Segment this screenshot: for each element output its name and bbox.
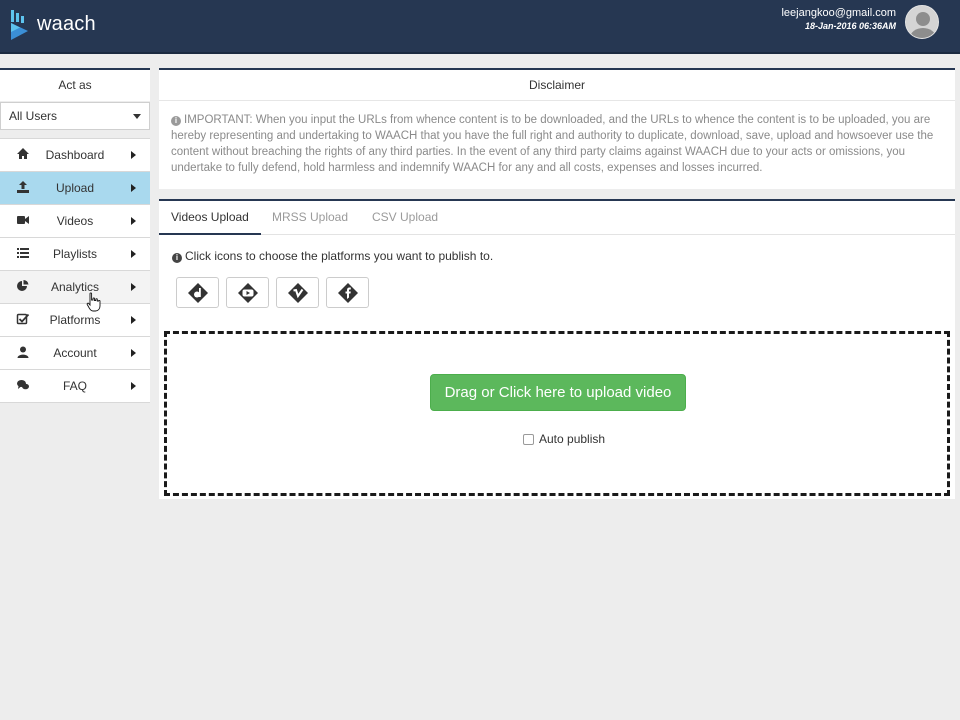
disclaimer-text: IMPORTANT: When you input the URLs from …: [171, 114, 934, 174]
upload-video-button[interactable]: Drag or Click here to upload video: [430, 374, 686, 411]
home-icon: [17, 148, 29, 159]
upload-panel: Videos Upload MRSS Upload CSV Upload i Cl…: [159, 199, 955, 499]
act-as-select-value: All Users: [9, 109, 58, 123]
logo-text: waach: [37, 12, 96, 35]
sidebar-item-label: Platforms: [49, 313, 101, 327]
sidebar-item-platforms[interactable]: Platforms: [0, 304, 150, 337]
sidebar-item-upload[interactable]: Upload: [0, 172, 150, 205]
tab-videos-upload[interactable]: Videos Upload: [159, 201, 261, 235]
video-camera-icon: [17, 216, 29, 224]
sidebar-item-label: Dashboard: [45, 148, 105, 162]
platform-facebook-button[interactable]: [326, 277, 369, 308]
checkbox-icon: [16, 313, 30, 325]
disclaimer-body: i IMPORTANT: When you input the URLs from…: [159, 101, 955, 176]
vimeo-icon: [288, 283, 308, 303]
sidebar-item-videos[interactable]: Videos: [0, 205, 150, 238]
sidebar-item-label: Playlists: [52, 247, 97, 261]
sidebar-item-faq[interactable]: FAQ: [0, 370, 150, 403]
chevron-right-icon: [131, 217, 136, 225]
act-as-label: Act as: [0, 68, 150, 101]
list-icon: [17, 248, 29, 258]
sidebar-item-label: FAQ: [62, 379, 87, 393]
chevron-right-icon: [131, 151, 136, 159]
upload-icon: [17, 181, 29, 193]
sidebar-item-analytics[interactable]: Analytics: [0, 271, 150, 304]
waach-logo-mark-icon: [11, 10, 28, 40]
chevron-right-icon: [131, 283, 136, 291]
chevron-right-icon: [131, 250, 136, 258]
facebook-icon: [338, 283, 358, 303]
user-avatar-icon: [906, 6, 938, 38]
sidebar-item-label: Videos: [56, 214, 94, 228]
pie-chart-icon: [17, 279, 29, 291]
disclaimer-title: Disclaimer: [159, 70, 955, 101]
youtube-icon: [238, 283, 258, 303]
user-info: leejangkoo@gmail.com 18-Jan-2016 06:36AM: [781, 7, 896, 33]
info-icon: i: [171, 116, 181, 126]
act-as-select[interactable]: All Users: [0, 102, 150, 130]
auto-publish-checkbox[interactable]: [523, 433, 534, 445]
platform-vimeo-button[interactable]: [276, 277, 319, 308]
chevron-right-icon: [131, 184, 136, 192]
comments-icon: [17, 380, 29, 390]
platform-dailymotion-button[interactable]: [176, 277, 219, 308]
upload-tabs: Videos Upload MRSS Upload CSV Upload: [159, 201, 955, 235]
chevron-down-icon: [133, 114, 141, 119]
hand-pointer-cursor-icon: [86, 292, 101, 312]
waach-logo[interactable]: waach: [8, 6, 96, 42]
sidebar-item-label: Account: [53, 346, 97, 360]
top-bar: waach leejangkoo@gmail.com 18-Jan-2016 0…: [0, 0, 960, 54]
tab-mrss-upload[interactable]: MRSS Upload: [272, 201, 348, 235]
auto-publish-label: Auto publish: [539, 432, 606, 446]
platform-youtube-button[interactable]: [226, 277, 269, 308]
tab-csv-upload[interactable]: CSV Upload: [372, 201, 438, 235]
sidebar-item-dashboard[interactable]: Dashboard: [0, 139, 150, 172]
info-icon: i: [172, 253, 182, 263]
upload-dropzone[interactable]: Drag or Click here to upload video Auto …: [164, 331, 950, 496]
auto-publish-option[interactable]: Auto publish: [523, 432, 605, 446]
sidebar-item-playlists[interactable]: Playlists: [0, 238, 150, 271]
user-email: leejangkoo@gmail.com: [781, 7, 896, 19]
sidebar: Act as All Users Dashboard Upload Videos…: [0, 68, 150, 403]
avatar[interactable]: [905, 5, 939, 39]
platform-instructions: i Click icons to choose the platforms you…: [172, 249, 493, 263]
sidebar-nav: Dashboard Upload Videos Playlists Analyt…: [0, 138, 150, 403]
sidebar-item-account[interactable]: Account: [0, 337, 150, 370]
user-date: 18-Jan-2016 06:36AM: [804, 21, 896, 31]
chevron-right-icon: [131, 349, 136, 357]
sidebar-item-label: Upload: [55, 181, 95, 195]
disclaimer-panel: Disclaimer i IMPORTANT: When you input th…: [159, 68, 955, 189]
chevron-right-icon: [131, 382, 136, 390]
dailymotion-icon: [188, 283, 208, 303]
user-icon: [17, 346, 29, 358]
instructions-text: Click icons to choose the platforms you …: [185, 249, 494, 263]
chevron-right-icon: [131, 316, 136, 324]
